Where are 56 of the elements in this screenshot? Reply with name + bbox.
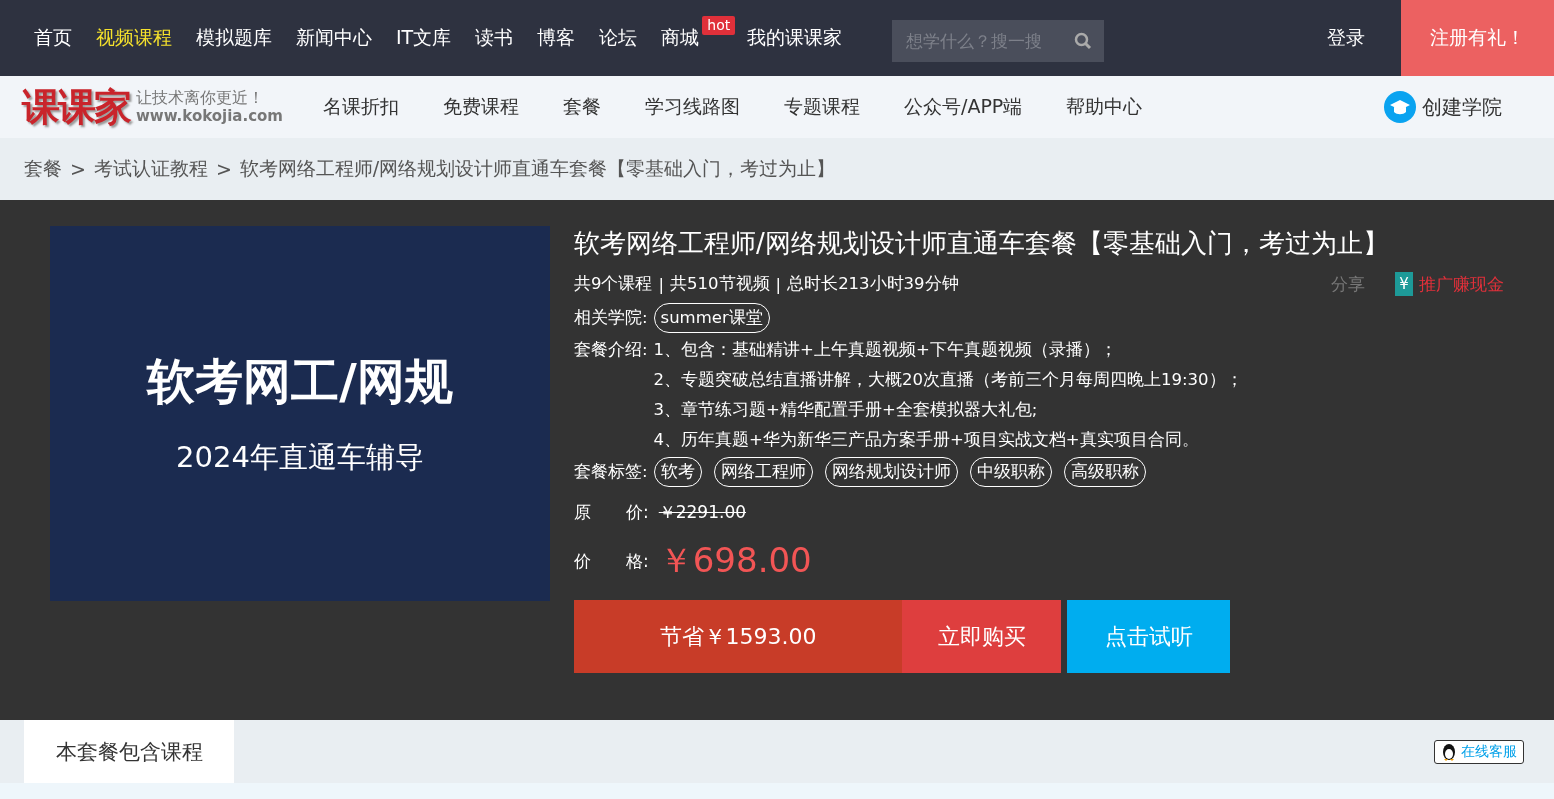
breadcrumb-separator: > [70,158,86,180]
breadcrumb-separator: > [215,158,232,180]
savings-button[interactable]: 节省￥1593.00 [574,600,902,673]
package-stat: 共9个课程 [574,273,653,295]
graduation-cap-icon [1384,91,1416,123]
breadcrumb-link[interactable]: 软考网络工程师/网络规划设计师直通车套餐【零基础入门，考过为止】 [239,156,836,182]
penguin-icon [1441,742,1457,761]
package-title: 软考网络工程师/网络规划设计师直通车套餐【零基础入门，考过为止】 [574,227,1390,260]
price-label: 原 [574,501,592,524]
search-icon[interactable] [1074,32,1093,50]
nav-link[interactable]: 首页 [22,0,84,76]
field-label: 套餐介绍: [574,339,648,361]
nav-link[interactable]: 学习线路图 [623,94,762,120]
nav-link[interactable]: 博客 [525,0,588,76]
nav-link[interactable]: 商城 [649,0,700,76]
buy-button[interactable]: 立即购买 [902,600,1061,673]
nav-link[interactable]: IT文库 [384,0,464,76]
package-stat: 共510节视频 [670,273,770,295]
original-price: ￥2291.00 [658,501,747,524]
nav-link[interactable]: 帮助中心 [1044,94,1165,120]
price-label: 价 [574,549,592,573]
intro-line: 2、专题突破总结直播讲解，大概20次直播（考前三个月每周四晚上19:30）； [653,369,1243,391]
nav-link[interactable]: 我的课课家 [735,0,855,76]
nav-link[interactable]: 专题课程 [762,94,882,120]
create-college-link[interactable]: 创建学院 [1384,91,1502,123]
nav-link[interactable]: 公众号/APP端 [882,94,1045,120]
intro-line: 4、历年真题+华为新华三产品方案手册+项目实战文档+真实项目合同。 [653,429,1200,451]
package-stat: 总时长213小时39分钟 [787,273,959,295]
logo-url: www.kokojia.com [136,107,283,126]
nav-link[interactable]: 套餐 [541,94,623,120]
nav-link[interactable]: 新闻中心 [284,0,384,76]
current-price: ￥698.00 [658,539,812,582]
separator: | [775,274,782,294]
logo: 课课家 [22,82,130,131]
section-tab[interactable]: 本套餐包含课程 [24,720,234,783]
hot-badge: hot [702,16,736,35]
nav-link[interactable]: 模拟题库 [184,0,284,76]
separator: | [658,274,665,294]
logo-slogan: 让技术离你更近！ [136,88,265,107]
cover-subtitle: 2024年直通车辅导 [176,438,424,476]
field-label: 相关学院: [574,307,648,329]
yen-icon: ¥ [1395,272,1413,296]
breadcrumb-link[interactable]: 套餐 [24,156,62,182]
nav-link[interactable]: 名课折扣 [301,94,421,120]
nav-link[interactable]: 视频课程 [84,0,184,76]
intro-line: 1、包含：基础精讲+上午真题视频+下午真题视频（录播）； [653,339,1118,361]
nav-link[interactable]: 读书 [463,0,526,76]
breadcrumb-link[interactable]: 考试认证教程 [93,156,208,182]
nav-link[interactable]: 论坛 [587,0,650,76]
price-label: 价: [626,501,649,524]
login-link[interactable]: 登录 [1291,0,1401,76]
intro-line: 3、章节练习题+精华配置手册+全套模拟器大礼包; [653,399,1039,421]
cover-title: 软考网工/网规 [147,351,453,411]
nav-link[interactable]: 免费课程 [421,94,541,120]
price-label: 格: [626,549,649,573]
field-label: 套餐标签: [574,461,648,483]
